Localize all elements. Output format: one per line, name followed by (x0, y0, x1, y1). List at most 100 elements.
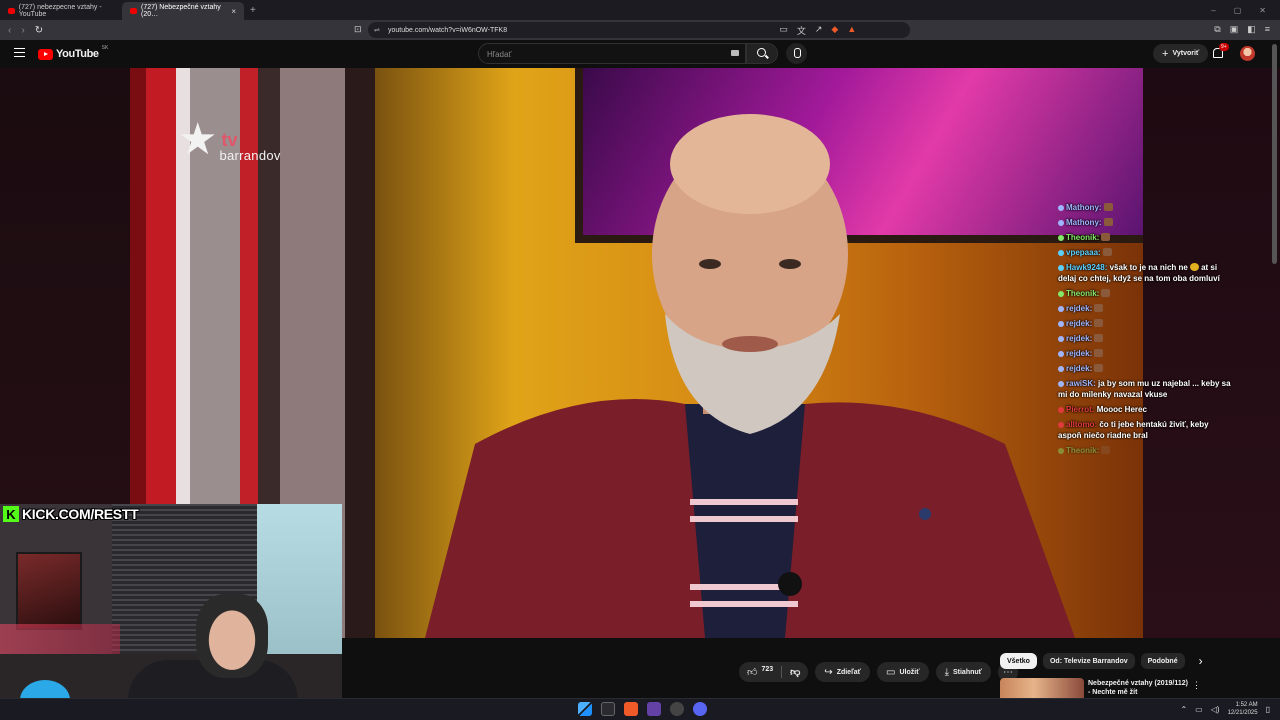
close-window-icon[interactable]: ✕ (1259, 6, 1266, 15)
windows-start-icon[interactable] (578, 702, 592, 716)
chat-message: vpepaaa: (1058, 247, 1233, 258)
translate-icon[interactable]: 文 (797, 24, 806, 37)
chat-message: Pierrot: Moooc Herec (1058, 404, 1233, 415)
browser-toolbar-icons: ▭ 文 ↗ ◆ ▲ ⧉ ▣ ◧ ≡ (779, 24, 1270, 37)
new-tab-icon[interactable]: + (250, 5, 256, 16)
sidebar-icon[interactable]: ◧ (1247, 24, 1256, 37)
system-tray: ⌃ ▭ ◁) 1:52 AM 12/21/2025 ▯ (1180, 701, 1270, 717)
network-icon[interactable]: ▭ (1195, 705, 1203, 714)
chat-badge-icon (1058, 448, 1064, 454)
close-tab-icon[interactable]: × (231, 7, 236, 16)
tab-title: (727) Nebezpečné vztahy (20… (140, 4, 221, 18)
notification-badge: 9+ (1219, 43, 1229, 51)
brave-browser-icon[interactable] (624, 702, 638, 716)
dislike-button[interactable]: 👎︎ (782, 666, 808, 678)
discord-icon[interactable] (693, 702, 707, 716)
chat-message: rejdek: (1058, 333, 1233, 344)
recommendation-thumbnail[interactable] (1000, 678, 1084, 698)
tray-overflow-icon[interactable]: ⌃ (1180, 705, 1187, 714)
chat-message: Theonik: (1058, 288, 1233, 299)
chip-from-channel[interactable]: Od: Televize Barrandov (1042, 653, 1135, 669)
settings-menu-icon[interactable]: ≡ (1265, 24, 1270, 37)
recommendation-menu-icon[interactable]: ⋮ (1192, 680, 1201, 691)
extension-alert-icon[interactable]: ▲ (847, 24, 856, 37)
minimize-icon[interactable]: – (1211, 6, 1215, 15)
reload-icon[interactable]: ↻ (35, 25, 43, 36)
extensions-icon[interactable]: ⧉ (1214, 24, 1220, 37)
kick-logo-icon: K (3, 506, 19, 522)
site-info-icon[interactable]: ⇌ (374, 26, 380, 34)
chat-username: Theonik: (1066, 233, 1100, 242)
cast-icon[interactable]: ▭ (779, 24, 788, 37)
clock-time: 1:52 AM (1235, 702, 1258, 708)
chat-emote-icon (1101, 289, 1111, 297)
chat-emote-icon (1103, 218, 1113, 226)
chevron-right-icon[interactable]: › (1199, 654, 1203, 668)
download-icon: ⤓ (944, 666, 949, 678)
app-icon[interactable] (670, 702, 684, 716)
voice-search-icon[interactable] (786, 43, 807, 64)
chat-message: alltomo: čo ti jebe hentakú živiť, keby … (1058, 419, 1233, 441)
chat-username: rejdek: (1066, 319, 1093, 328)
create-label: Vytvoriť (1172, 50, 1200, 57)
maximize-icon[interactable]: ▢ (1234, 6, 1242, 15)
save-label: Uložiť (899, 668, 920, 676)
webcam-poster (16, 552, 82, 630)
chat-username: rejdek: (1066, 349, 1093, 358)
twitch-icon[interactable] (647, 702, 661, 716)
hamburger-menu-icon[interactable] (14, 48, 25, 57)
share-arrow-icon: ↪ (824, 666, 833, 678)
chat-username: rejdek: (1066, 364, 1093, 373)
like-count: 723 (761, 666, 774, 673)
avatar[interactable] (1240, 46, 1255, 61)
shield-icon[interactable]: ◆ (831, 24, 838, 37)
terminal-icon[interactable] (601, 702, 615, 716)
chat-text: však to je na nich ne (1109, 263, 1188, 272)
download-button[interactable]: ⤓ Stiahnuť (935, 662, 992, 682)
bookmark-icon[interactable]: ⊡ (354, 24, 362, 35)
share-icon[interactable]: ↗ (815, 24, 823, 37)
search-button[interactable] (746, 43, 778, 64)
chat-badge-icon (1058, 321, 1064, 327)
search-input[interactable]: Hľadať (478, 43, 746, 64)
chip-similar[interactable]: Podobné (1140, 653, 1185, 669)
chat-message: Hawk9248: však to je na nich ne at si de… (1058, 262, 1233, 284)
chat-emote-icon (1189, 263, 1199, 271)
chat-badge-icon (1058, 220, 1064, 226)
create-button[interactable]: + Vytvoriť (1153, 44, 1209, 63)
notifications-bell-icon[interactable]: 9+ (1212, 43, 1229, 58)
chat-emote-icon (1094, 349, 1104, 357)
chat-message: rejdek: (1058, 363, 1233, 374)
volume-icon[interactable]: ◁) (1211, 705, 1220, 714)
chat-message: Theonik: (1058, 445, 1233, 456)
wallet-icon[interactable]: ▣ (1230, 24, 1239, 37)
clock[interactable]: 1:52 AM 12/21/2025 (1228, 701, 1258, 717)
like-button[interactable]: 👍︎ 723 (739, 666, 783, 678)
chat-message: Mathony: (1058, 217, 1233, 228)
chat-username: rejdek: (1066, 334, 1093, 343)
share-button[interactable]: ↪ Zdieľať (815, 662, 871, 682)
chat-badge-icon (1058, 422, 1064, 428)
notification-center-icon[interactable]: ▯ (1266, 705, 1270, 714)
kick-banner: K KICK.COM/RESTT (0, 504, 141, 524)
browser-tab-active[interactable]: (727) Nebezpečné vztahy (20… × (122, 2, 244, 20)
chat-emote-icon (1102, 248, 1112, 256)
recommendation-title[interactable]: Nebezpečné vztahy (2019/112) - Nechte mě… (1088, 679, 1188, 697)
keyboard-icon[interactable] (731, 50, 739, 56)
back-icon[interactable]: ‹ (8, 25, 11, 36)
chat-emote-icon (1101, 446, 1111, 454)
page-scrollbar[interactable] (1272, 44, 1277, 264)
chat-emote-icon (1094, 319, 1104, 327)
webcam-lamp (0, 624, 120, 654)
browser-tab[interactable]: (727) nebezpecne vztahy - YouTube (0, 2, 122, 20)
thumbs-down-icon: 👎︎ (790, 667, 801, 678)
chat-username: Hawk9248: (1066, 263, 1108, 272)
video-actions: 👍︎ 723 👎︎ ↪ Zdieľať ▭ Uložiť ⤓ Stiahnuť … (739, 662, 1019, 682)
youtube-logo[interactable]: YouTube SK (38, 45, 108, 60)
chip-all[interactable]: Všetko (1000, 653, 1037, 669)
save-button[interactable]: ▭ Uložiť (877, 662, 929, 682)
chat-username: alltomo: (1066, 420, 1098, 429)
chat-username: vpepaaa: (1066, 248, 1101, 257)
logo-tv-text: tv (221, 130, 238, 150)
forward-icon[interactable]: › (21, 25, 24, 36)
